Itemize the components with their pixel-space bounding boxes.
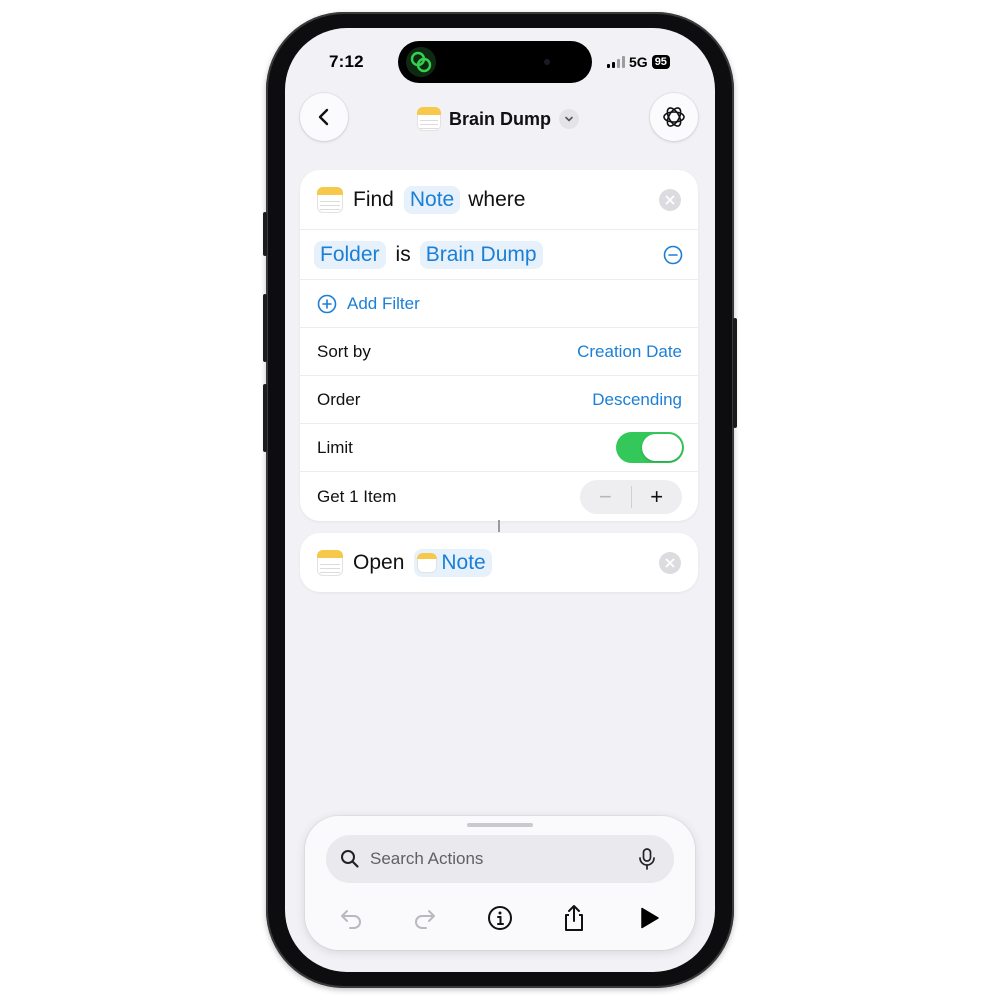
- search-actions-field[interactable]: Search Actions: [326, 835, 674, 883]
- remove-action-button[interactable]: [659, 551, 681, 574]
- status-indicators: 5G 95: [607, 53, 670, 71]
- limit-toggle[interactable]: [616, 432, 684, 463]
- share-icon: [565, 905, 583, 931]
- undo-button[interactable]: [331, 898, 371, 938]
- sort-by-label: Sort by: [317, 341, 371, 361]
- play-icon: [641, 907, 659, 929]
- filter-value-pill[interactable]: Brain Dump: [419, 240, 543, 269]
- close-icon: [665, 558, 675, 567]
- settings-button[interactable]: [650, 93, 698, 141]
- microphone-icon[interactable]: [638, 848, 656, 870]
- search-icon: [341, 850, 359, 868]
- limit-label: Limit: [317, 437, 353, 457]
- chevron-down-icon: [559, 109, 580, 129]
- open-action-header: Open Note: [300, 533, 698, 592]
- add-filter-label: Add Filter: [347, 293, 420, 313]
- item-count-stepper[interactable]: − +: [580, 479, 682, 514]
- info-button[interactable]: [480, 898, 520, 938]
- filter-operator[interactable]: is: [396, 243, 411, 267]
- open-note-action: Open Note: [300, 533, 698, 592]
- plus-circle-icon: [317, 294, 337, 313]
- increment-button[interactable]: +: [631, 480, 682, 514]
- open-verb: Open: [353, 550, 405, 574]
- action-dock: Search Actions: [305, 816, 695, 950]
- camera-dot: [544, 59, 550, 65]
- chevron-left-icon: [318, 108, 329, 126]
- order-row[interactable]: Order Descending: [300, 376, 698, 424]
- live-activity-icon: [405, 46, 437, 78]
- drag-handle[interactable]: [467, 823, 533, 827]
- sort-by-row[interactable]: Sort by Creation Date: [300, 328, 698, 376]
- battery-icon: 95: [651, 55, 670, 69]
- back-button[interactable]: [300, 93, 348, 141]
- undo-icon: [341, 910, 361, 929]
- close-icon: [665, 195, 675, 204]
- signal-icon: [607, 56, 625, 68]
- notes-app-icon: [417, 552, 438, 573]
- shortcut-title: Brain Dump: [449, 108, 552, 129]
- info-icon: [488, 906, 512, 930]
- decrement-button[interactable]: −: [580, 480, 631, 514]
- side-button-volume-down: [263, 384, 267, 452]
- run-button[interactable]: [629, 898, 669, 938]
- remove-action-button[interactable]: [659, 188, 681, 211]
- notes-app-icon: [417, 107, 441, 131]
- order-label: Order: [317, 389, 361, 409]
- minus-circle-icon: [663, 245, 683, 264]
- side-button-power: [733, 318, 737, 428]
- notes-app-icon: [317, 186, 343, 213]
- apple-intelligence-icon: [663, 107, 685, 127]
- screen: 7:12 5G 95 Brain Dump Find Note where Fo…: [285, 28, 715, 972]
- sort-by-value[interactable]: Creation Date: [577, 342, 682, 362]
- get-items-row: Get 1 Item − +: [300, 472, 698, 521]
- share-button[interactable]: [554, 898, 594, 938]
- dynamic-island: [398, 41, 592, 83]
- get-items-label: Get 1 Item: [317, 486, 397, 506]
- find-verb: Find: [353, 187, 394, 211]
- filter-field-pill[interactable]: Folder: [314, 240, 386, 269]
- limit-row: Limit: [300, 424, 698, 472]
- note-variable-label: Note: [441, 550, 486, 574]
- side-button-volume-up: [263, 294, 267, 362]
- note-variable-pill[interactable]: Note: [414, 548, 492, 577]
- filter-row: Folder is Brain Dump: [300, 230, 698, 280]
- search-placeholder: Search Actions: [370, 849, 484, 868]
- add-filter-button[interactable]: Add Filter: [300, 280, 698, 328]
- action-connector: [498, 520, 500, 532]
- redo-button[interactable]: [405, 898, 445, 938]
- order-value[interactable]: Descending: [592, 390, 682, 410]
- network-label: 5G: [629, 54, 648, 70]
- where-word: where: [468, 187, 526, 211]
- side-button-action: [263, 212, 267, 256]
- find-action-header: Find Note where: [300, 170, 698, 230]
- find-notes-action: Find Note where Folder is Brain Dump Add…: [300, 170, 698, 521]
- status-time: 7:12: [329, 52, 364, 71]
- shortcut-title-menu[interactable]: Brain Dump: [417, 104, 580, 134]
- redo-icon: [415, 910, 435, 929]
- entity-pill[interactable]: Note: [403, 185, 461, 214]
- remove-filter-button[interactable]: [663, 245, 683, 265]
- notes-app-icon: [317, 549, 343, 576]
